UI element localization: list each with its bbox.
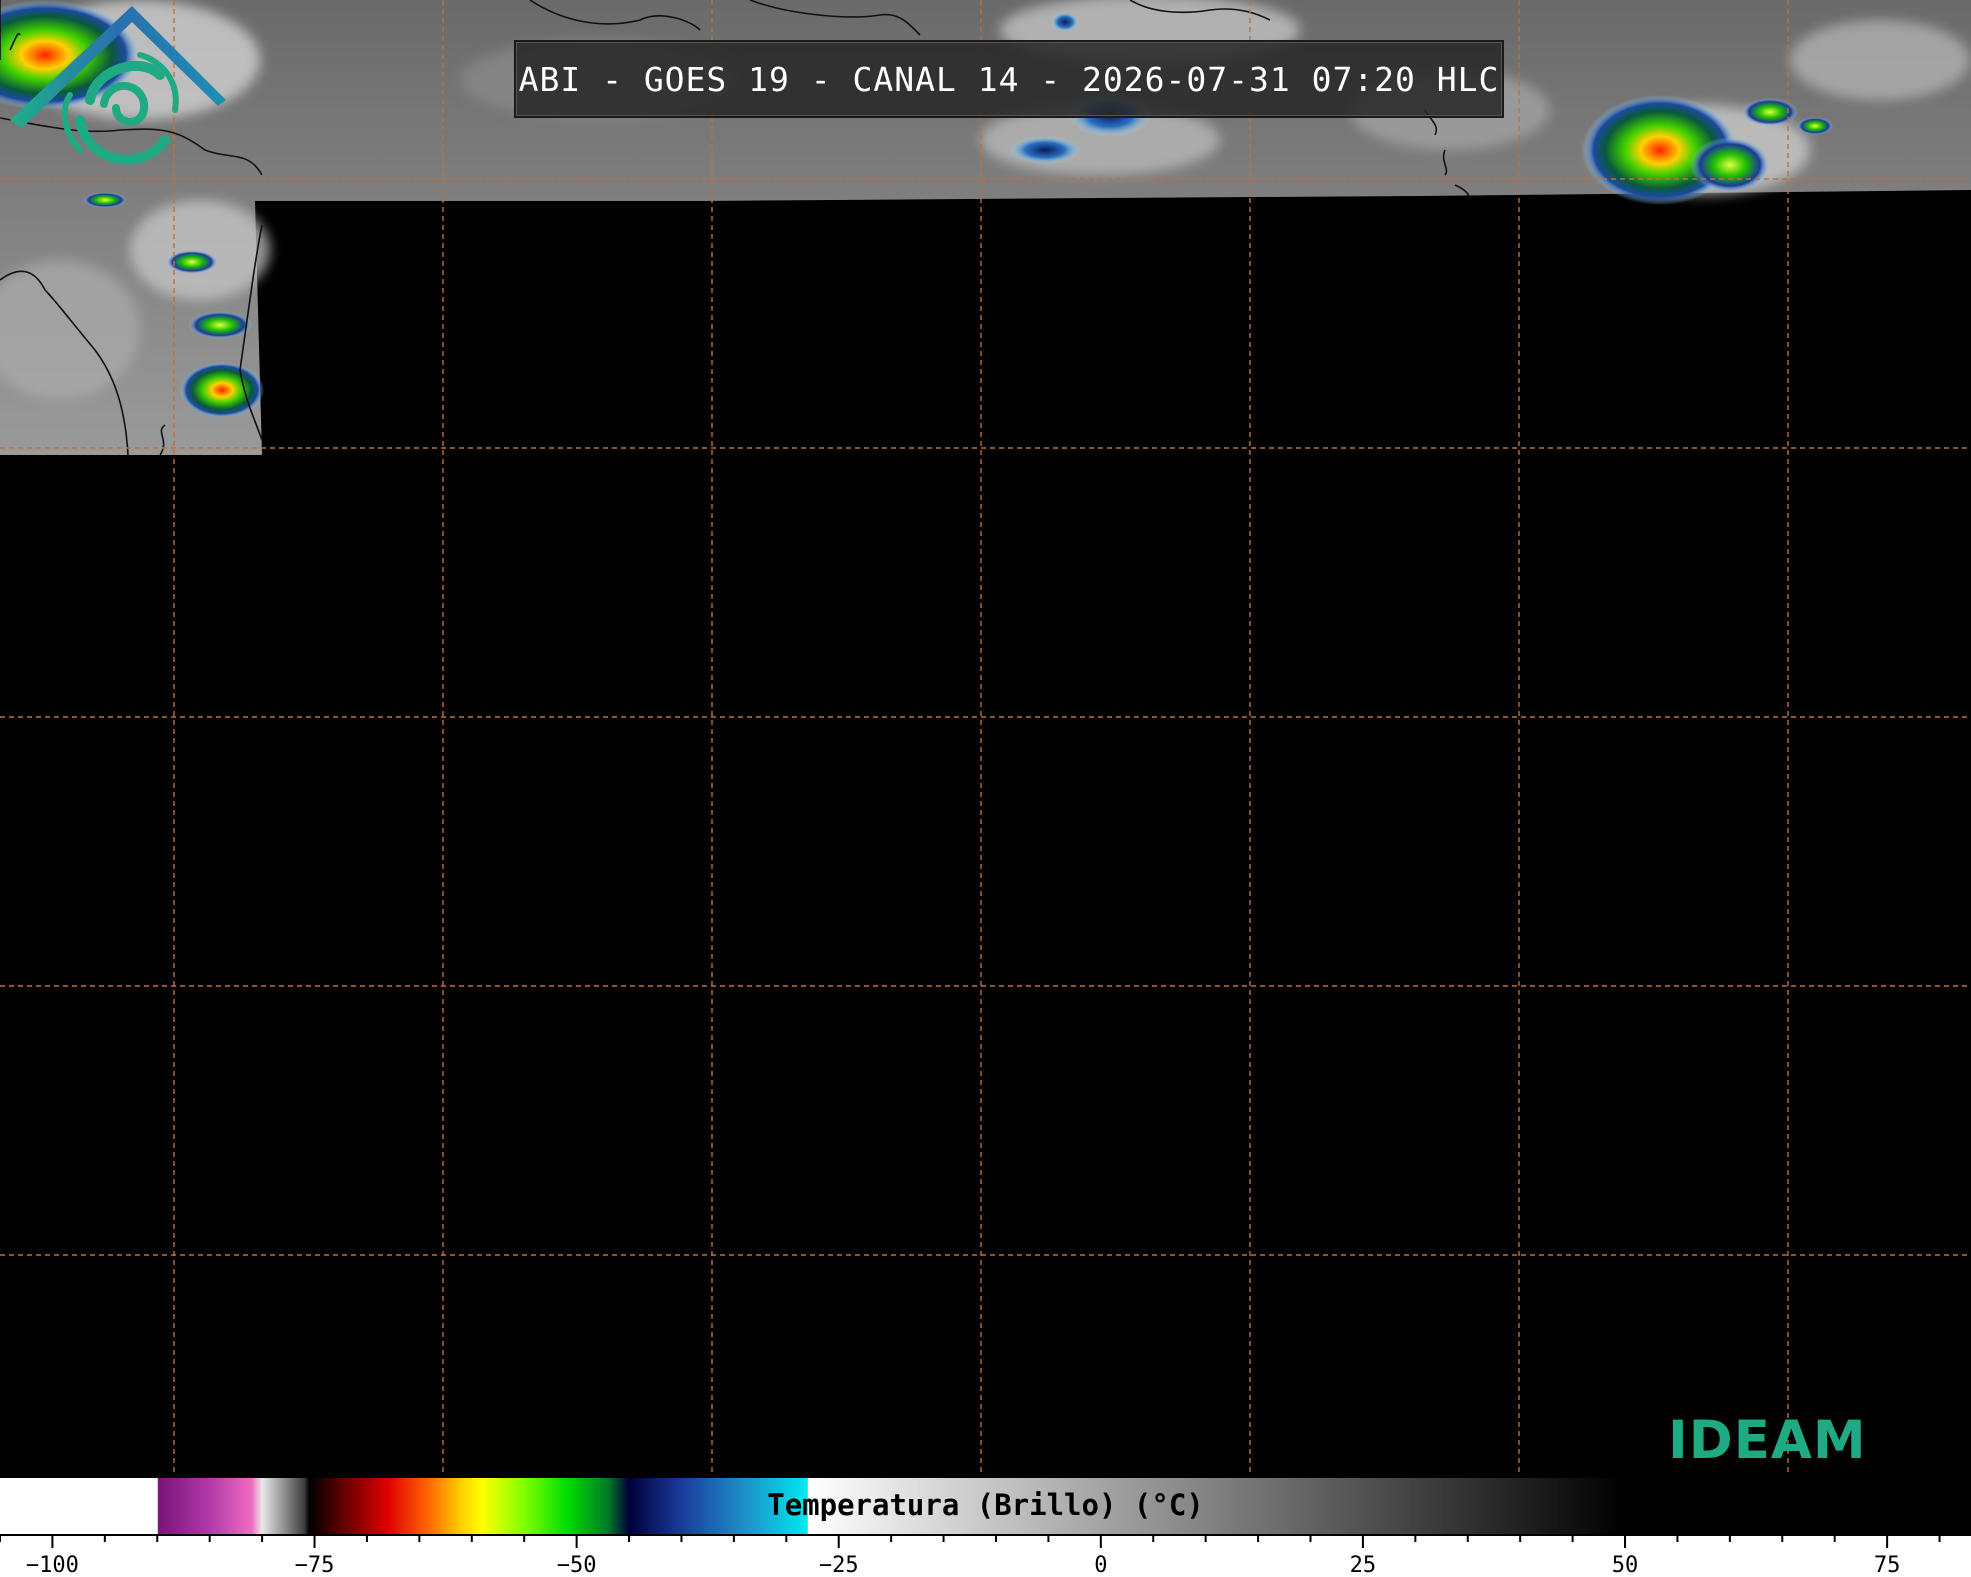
- map-title: ABI - GOES 19 - CANAL 14 - 2026-07-31 07…: [514, 40, 1504, 118]
- colorbar-tick-label: 0: [1094, 1553, 1107, 1577]
- colorbar-tick-label: −75: [295, 1553, 335, 1577]
- satellite-image-layer: [0, 0, 1971, 1474]
- colorbar-axis: −100 −75 −50 −25 0 25 50 75: [0, 1534, 1971, 1577]
- lat-lon-graticule: [0, 0, 1971, 1474]
- temperature-colorbar: Temperatura (Brillo) (°C) −100 −75 −50 −25 0…: [0, 1478, 1971, 1577]
- satellite-map: ABI - GOES 19 - CANAL 14 - 2026-07-31 07…: [0, 0, 1971, 1474]
- colorbar-tick-label: 75: [1874, 1553, 1901, 1577]
- colorbar-tick-label: 25: [1350, 1553, 1377, 1577]
- colorbar-tick-label: −25: [819, 1553, 859, 1577]
- ideam-logo-text: IDEAM: [1668, 1410, 1867, 1471]
- colorbar-tick-label: −50: [557, 1553, 597, 1577]
- colorbar-tick-label: −100: [26, 1553, 79, 1577]
- colorbar-tick-label: 50: [1612, 1553, 1639, 1577]
- ideam-logo-icon: [10, 6, 226, 165]
- colorbar-label: Temperatura (Brillo) (°C): [767, 1488, 1204, 1522]
